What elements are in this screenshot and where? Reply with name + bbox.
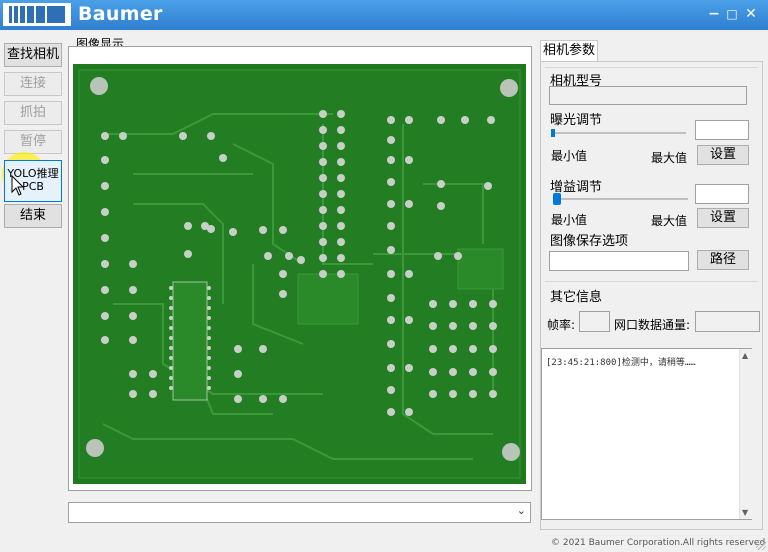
- window-title: Baumer: [78, 3, 163, 25]
- save-options-title: 图像保存选项: [550, 234, 629, 249]
- maximize-button[interactable]: □: [725, 6, 739, 22]
- pause-button[interactable]: 暂停: [4, 130, 62, 154]
- camera-model-field: [549, 86, 747, 105]
- baumer-logo: [3, 3, 71, 26]
- exposure-max-label: 最大值: [651, 151, 688, 165]
- exposure-title: 曝光调节: [550, 113, 603, 128]
- other-info-title: 其它信息: [550, 290, 603, 305]
- gain-slider-thumb[interactable]: [553, 193, 561, 205]
- image-source-select[interactable]: ⌄: [68, 502, 531, 523]
- title-bar: Baumer − □ ✕: [0, 0, 768, 30]
- exposure-slider[interactable]: [551, 132, 686, 134]
- chevron-down-icon: ⌄: [516, 504, 526, 517]
- exposure-set-button[interactable]: 设置: [697, 145, 749, 165]
- gain-max-label: 最大值: [651, 214, 688, 228]
- tab-camera-params[interactable]: 相机参数: [540, 40, 598, 62]
- gain-slider[interactable]: [553, 198, 688, 200]
- log-scrollbar[interactable]: ▲ ▼: [739, 349, 752, 519]
- log-output[interactable]: [23:45:21:800]检测中，请稍等……: [541, 348, 752, 520]
- find-camera-button[interactable]: 查找相机: [4, 43, 62, 67]
- end-button[interactable]: 结束: [4, 204, 62, 228]
- network-throughput-field: [695, 311, 760, 332]
- mouse-cursor-icon: [11, 175, 25, 196]
- gain-input[interactable]: [695, 184, 749, 204]
- network-throughput-label: 网口数据通量:: [614, 318, 691, 332]
- log-line: [23:45:21:800]检测中，请稍等……: [546, 358, 696, 368]
- gain-min-label: 最小值: [551, 213, 588, 227]
- gain-set-button[interactable]: 设置: [697, 208, 749, 228]
- fps-field: [579, 311, 610, 332]
- separator: [545, 281, 758, 282]
- separator: [545, 67, 758, 68]
- close-button[interactable]: ✕: [744, 6, 758, 22]
- exposure-input[interactable]: [695, 120, 749, 140]
- resize-grip-icon[interactable]: [756, 540, 766, 550]
- copyright-text: © 2021 Baumer Corporation.All rights res…: [551, 538, 766, 548]
- minimize-button[interactable]: −: [707, 6, 721, 22]
- capture-button[interactable]: 抓拍: [4, 101, 62, 125]
- pcb-camera-image: [73, 64, 526, 484]
- save-path-input[interactable]: [549, 251, 689, 271]
- exposure-slider-thumb[interactable]: [551, 129, 555, 137]
- exposure-min-label: 最小值: [551, 149, 588, 163]
- scroll-down-icon[interactable]: ▼: [742, 508, 748, 517]
- connect-button[interactable]: 连接: [4, 72, 62, 96]
- scroll-up-icon[interactable]: ▲: [742, 351, 748, 360]
- fps-label: 帧率:: [547, 318, 576, 332]
- save-path-button[interactable]: 路径: [697, 250, 749, 270]
